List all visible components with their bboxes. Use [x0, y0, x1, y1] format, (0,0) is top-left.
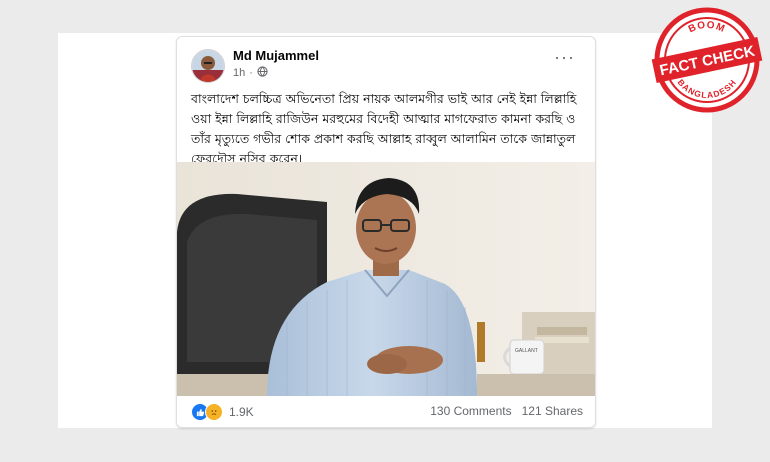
post-time[interactable]: 1h — [233, 67, 245, 79]
more-options-icon[interactable]: ··· — [554, 48, 575, 66]
post-stats: 130 Comments 121 Shares — [430, 404, 583, 418]
post-footer: 1.9K 130 Comments 121 Shares — [191, 401, 583, 423]
reaction-count[interactable]: 1.9K — [229, 405, 254, 419]
facebook-post: Md Mujammel 1h · ··· বাংলাদেশ চলচ্চিত্র … — [176, 36, 596, 428]
post-meta: 1h · — [233, 66, 268, 80]
sad-reaction-icon — [205, 403, 223, 421]
comments-count[interactable]: 130 Comments — [430, 404, 511, 418]
avatar[interactable] — [191, 49, 225, 83]
author-name[interactable]: Md Mujammel — [233, 48, 319, 63]
mug-text: GALLANT — [515, 348, 538, 354]
fact-check-stamp: BOOM FACT CHECK BANGLADESH — [651, 4, 763, 116]
reactions[interactable]: 1.9K — [191, 403, 254, 421]
dot-separator: · — [249, 67, 253, 79]
post-text: বাংলাদেশ চলচ্চিত্র অভিনেতা প্রিয় নায়ক … — [191, 91, 577, 166]
post-header: Md Mujammel 1h · ··· — [191, 47, 585, 83]
shares-count[interactable]: 121 Shares — [522, 404, 583, 418]
post-photo[interactable]: GALLANT — [177, 162, 595, 396]
globe-icon — [257, 66, 268, 80]
